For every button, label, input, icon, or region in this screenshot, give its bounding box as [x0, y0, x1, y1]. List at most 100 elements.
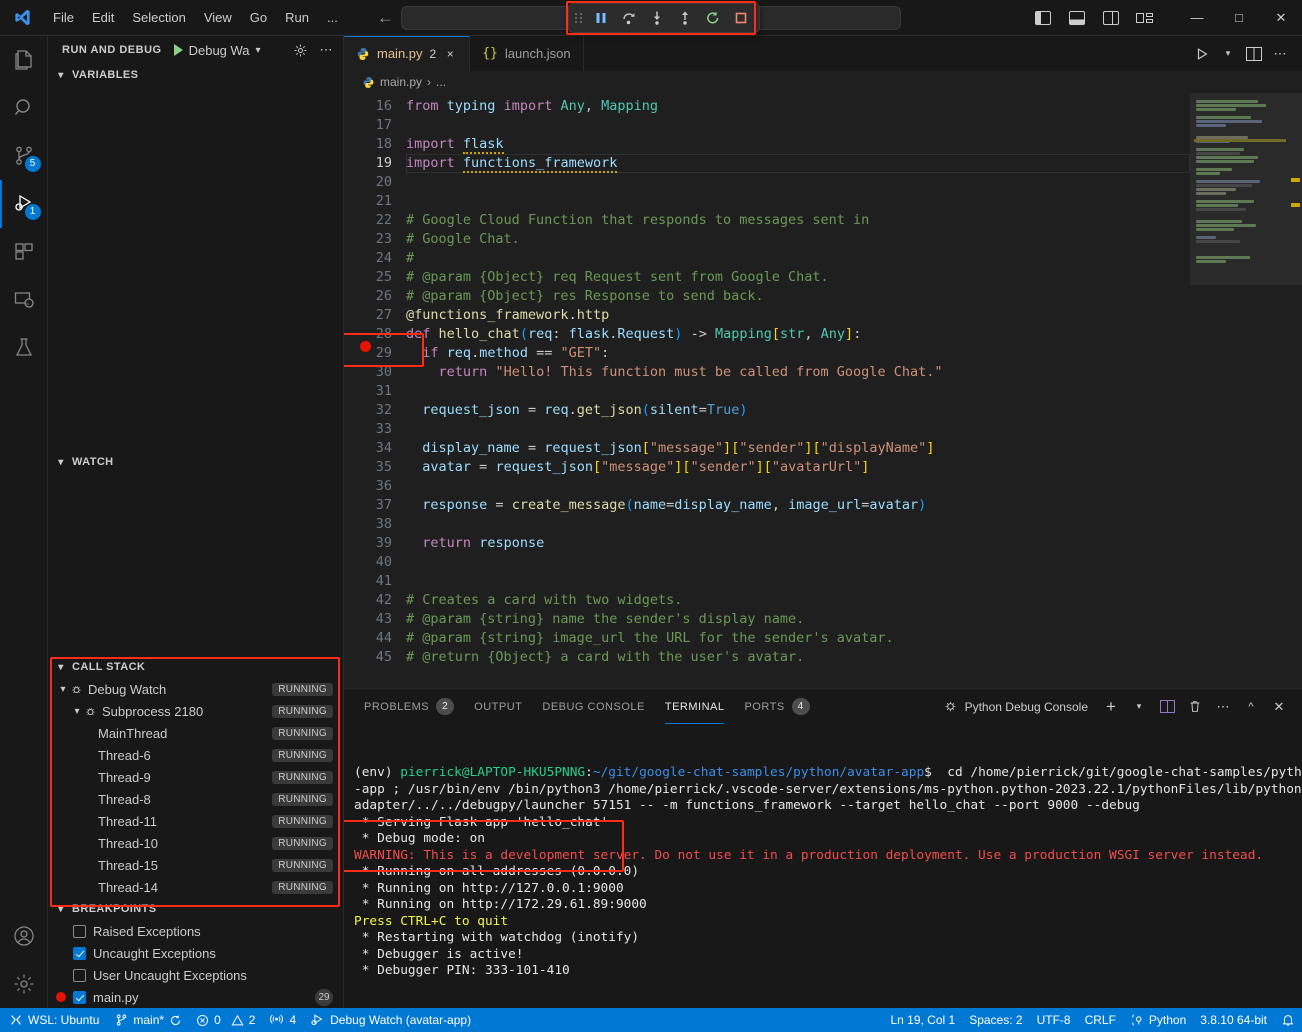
panel-tab-problems[interactable]: PROBLEMS 2: [364, 689, 454, 724]
code-line[interactable]: # @param {string} image_url the URL for …: [406, 629, 1190, 648]
code-line[interactable]: response = create_message(name=display_n…: [406, 496, 1190, 515]
chevron-down-icon[interactable]: ▾: [256, 45, 261, 56]
code-line[interactable]: from typing import Any, Mapping: [406, 97, 1190, 116]
run-python-file-icon[interactable]: [1190, 42, 1214, 66]
code-line[interactable]: @functions_framework.http: [406, 306, 1190, 325]
variables-header[interactable]: ▾ VARIABLES: [48, 64, 343, 86]
restart-button[interactable]: [700, 6, 726, 30]
activity-accounts[interactable]: [0, 912, 48, 960]
terminal-output[interactable]: (env) pierrick@LAPTOP-HKU5PNNG:~/git/goo…: [344, 724, 1302, 1008]
launch-config-selector[interactable]: Debug Wa ▾: [174, 43, 261, 58]
status-eol[interactable]: CRLF: [1078, 1008, 1123, 1032]
menu-go[interactable]: Go: [241, 6, 276, 29]
breadcrumb-rest[interactable]: ...: [436, 75, 446, 89]
call-stack-row[interactable]: Thread-6RUNNING: [48, 744, 343, 766]
status-encoding[interactable]: UTF-8: [1030, 1008, 1078, 1032]
breakpoint-checkbox[interactable]: [73, 969, 86, 982]
code-line[interactable]: import flask: [406, 135, 1190, 154]
status-branch[interactable]: main*: [108, 1008, 189, 1032]
status-language-mode[interactable]: Python: [1123, 1008, 1193, 1032]
panel-tab-debug-console[interactable]: DEBUG CONSOLE: [542, 689, 644, 724]
call-stack-row[interactable]: Thread-11RUNNING: [48, 810, 343, 832]
code-line[interactable]: # @param {Object} req Request sent from …: [406, 268, 1190, 287]
maximize-panel-chevron-up-icon[interactable]: ^: [1240, 696, 1262, 718]
toggle-panel-icon[interactable]: [1062, 4, 1092, 32]
terminal-dropdown-chevron-down-icon[interactable]: ▾: [1128, 696, 1150, 718]
breadcrumb-file[interactable]: main.py: [380, 75, 422, 89]
stop-button[interactable]: [728, 6, 754, 30]
code-line[interactable]: [406, 173, 1190, 192]
panel-tab-ports[interactable]: PORTS 4: [744, 689, 809, 724]
call-stack-row[interactable]: Thread-15RUNNING: [48, 854, 343, 876]
code-line[interactable]: [406, 553, 1190, 572]
menu-more[interactable]: ...: [318, 6, 347, 29]
code-line[interactable]: def hello_chat(req: flask.Request) -> Ma…: [406, 325, 1190, 344]
close-panel-icon[interactable]: ✕: [1268, 696, 1290, 718]
status-cursor-position[interactable]: Ln 19, Col 1: [883, 1008, 962, 1032]
debug-toolbar[interactable]: [568, 3, 760, 33]
status-problems[interactable]: 0 2: [189, 1008, 262, 1032]
code-line[interactable]: return "Hello! This function must be cal…: [406, 363, 1190, 382]
status-notifications[interactable]: [1274, 1008, 1302, 1032]
code-line[interactable]: [406, 420, 1190, 439]
activity-extensions[interactable]: [0, 228, 48, 276]
activity-remote-explorer[interactable]: >_: [0, 276, 48, 324]
breakpoint-row[interactable]: User Uncaught Exceptions: [48, 964, 343, 986]
code-line[interactable]: avatar = request_json["message"]["sender…: [406, 458, 1190, 477]
tab-close-icon[interactable]: ×: [443, 47, 457, 61]
activity-run-and-debug[interactable]: 1: [0, 180, 48, 228]
breakpoint-row[interactable]: main.py29: [48, 986, 343, 1008]
close-button[interactable]: ✕: [1260, 1, 1302, 35]
call-stack-row[interactable]: MainThreadRUNNING: [48, 722, 343, 744]
activity-explorer[interactable]: [0, 36, 48, 84]
line-number-gutter[interactable]: 1617181920212223242526272829303132333435…: [344, 93, 406, 688]
status-remote-indicator[interactable]: WSL: Ubuntu: [0, 1008, 108, 1032]
editor-scrollbar[interactable]: [1288, 93, 1302, 688]
call-stack-row[interactable]: ▾Subprocess 2180RUNNING: [48, 700, 343, 722]
chevron-down-icon[interactable]: ▾: [70, 706, 84, 717]
activity-settings[interactable]: [0, 960, 48, 1008]
breakpoint-glyph-icon[interactable]: [360, 341, 371, 352]
menu-run[interactable]: Run: [276, 6, 318, 29]
tab-main-py[interactable]: main.py 2 ×: [344, 36, 470, 71]
panel-tab-terminal[interactable]: TERMINAL: [665, 689, 725, 724]
toggle-primary-sidebar-icon[interactable]: [1028, 4, 1058, 32]
call-stack-row[interactable]: ▾Debug WatchRUNNING: [48, 678, 343, 700]
code-line[interactable]: # @param {Object} res Response to send b…: [406, 287, 1190, 306]
code-line[interactable]: [406, 382, 1190, 401]
minimap-slider[interactable]: [1190, 93, 1302, 285]
run-options-chevron-down-icon[interactable]: ▾: [1216, 42, 1240, 66]
activity-search[interactable]: [0, 84, 48, 132]
code-line[interactable]: [406, 572, 1190, 591]
step-into-button[interactable]: [644, 6, 670, 30]
code-line[interactable]: # Google Cloud Function that responds to…: [406, 211, 1190, 230]
code-line[interactable]: # @return {Object} a card with the user'…: [406, 648, 1190, 667]
active-terminal-name[interactable]: Python Debug Console: [943, 699, 1088, 714]
activity-testing[interactable]: [0, 324, 48, 372]
panel-tab-output[interactable]: OUTPUT: [474, 689, 522, 724]
breakpoint-checkbox[interactable]: [73, 925, 86, 938]
breakpoint-row[interactable]: Raised Exceptions: [48, 920, 343, 942]
menu-selection[interactable]: Selection: [123, 6, 194, 29]
new-terminal-icon[interactable]: +: [1100, 696, 1122, 718]
sync-changes-icon[interactable]: [169, 1014, 182, 1027]
toggle-secondary-sidebar-icon[interactable]: [1096, 4, 1126, 32]
call-stack-header[interactable]: ▾ CALL STACK: [48, 656, 343, 678]
menu-file[interactable]: File: [44, 6, 83, 29]
breakpoint-row[interactable]: Uncaught Exceptions: [48, 942, 343, 964]
breakpoint-checkbox[interactable]: [73, 991, 86, 1004]
chevron-down-icon[interactable]: ▾: [56, 684, 70, 695]
editor-more-actions-icon[interactable]: ⋯: [1268, 42, 1292, 66]
status-ports[interactable]: 4: [262, 1008, 303, 1032]
customize-layout-icon[interactable]: [1130, 4, 1160, 32]
menu-view[interactable]: View: [195, 6, 241, 29]
code-line[interactable]: import functions_framework: [406, 154, 1190, 173]
status-indentation[interactable]: Spaces: 2: [962, 1008, 1029, 1032]
code-line[interactable]: request_json = req.get_json(silent=True): [406, 401, 1190, 420]
code-line[interactable]: [406, 116, 1190, 135]
step-out-button[interactable]: [672, 6, 698, 30]
step-over-button[interactable]: [616, 6, 642, 30]
split-editor-right-icon[interactable]: [1242, 42, 1266, 66]
code-line[interactable]: [406, 515, 1190, 534]
call-stack-row[interactable]: Thread-10RUNNING: [48, 832, 343, 854]
